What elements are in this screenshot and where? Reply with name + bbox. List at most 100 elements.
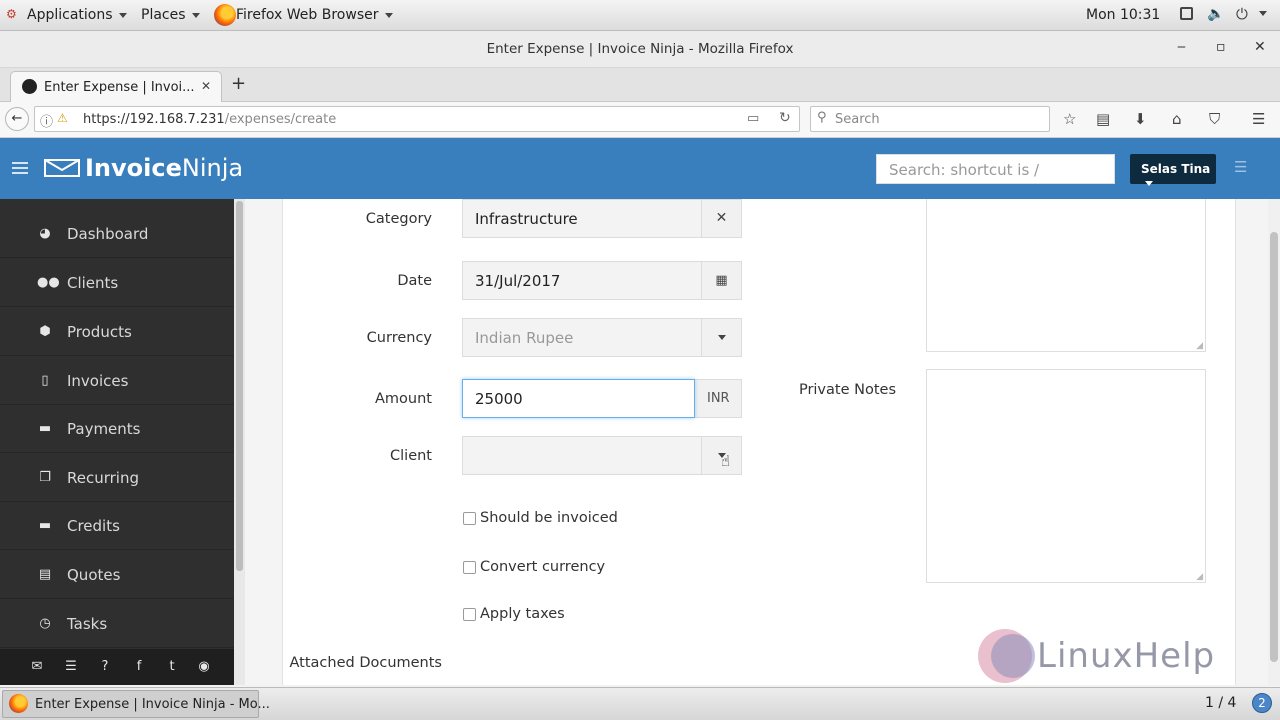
checkbox-box[interactable]	[463, 561, 476, 574]
linuxhelp-watermark: LinuxHelp	[975, 626, 1230, 686]
facebook-icon[interactable]: f	[131, 659, 147, 675]
private-notes-textarea[interactable]: ◢	[926, 369, 1206, 583]
gnome-taskbar: Enter Expense | Invoice Ninja - Mo... 1 …	[0, 687, 1280, 720]
sidebar-item-label: Invoices	[67, 372, 129, 390]
currency-select[interactable]: Indian Rupee	[462, 318, 742, 357]
sidebar-item-recurring[interactable]: ❐ Recurring	[0, 454, 234, 502]
github-icon[interactable]: ◉	[196, 659, 212, 675]
checkbox-label: Apply taxes	[480, 606, 565, 622]
public-notes-textarea[interactable]: ◢	[926, 199, 1206, 352]
credit-card-icon: ▬	[38, 421, 52, 436]
twitter-icon[interactable]: t	[164, 659, 180, 675]
window-titlebar: Enter Expense | Invoice Ninja - Mozilla …	[0, 31, 1280, 68]
clock-icon: ◷	[39, 616, 51, 631]
resize-handle-icon[interactable]: ◢	[1196, 572, 1203, 582]
calendar-icon[interactable]: ▦	[701, 262, 741, 299]
sidebar-item-label: Dashboard	[67, 225, 149, 243]
applications-menu[interactable]: Applications	[27, 7, 127, 23]
tab-close-icon[interactable]: ✕	[201, 79, 211, 93]
envelope-icon[interactable]: ✉	[29, 659, 45, 675]
amount-input[interactable]: 25000	[462, 379, 695, 418]
chevron-down-icon[interactable]	[1259, 11, 1267, 16]
clear-icon[interactable]: ✕	[701, 200, 741, 237]
back-button[interactable]: ←	[5, 107, 29, 131]
user-menu-button[interactable]: Selas Tina	[1130, 154, 1216, 186]
browser-search-field[interactable]: ⚲ Search	[810, 106, 1050, 132]
credit-card-icon: ▬	[38, 518, 52, 533]
sidebar-item-label: Recurring	[67, 469, 139, 487]
browser-app-menu[interactable]: Firefox Web Browser	[236, 7, 393, 23]
app-header: InvoiceNinja Search: shortcut is / Selas…	[0, 138, 1280, 199]
chevron-down-icon[interactable]	[701, 319, 741, 356]
sidebar-item-invoices[interactable]: ▯ Invoices	[0, 357, 234, 405]
amount-group: 25000 INR	[462, 379, 742, 418]
date-value: 31/Jul/2017	[475, 272, 561, 290]
download-icon[interactable]: ⬇	[1134, 110, 1147, 128]
pocket-icon[interactable]: ⛉	[1209, 110, 1220, 128]
sidebar-item-payments[interactable]: ▬ Payments	[0, 405, 234, 453]
bookmark-star-icon[interactable]: ☆	[1063, 110, 1076, 128]
sidebar-scrollbar-thumb[interactable]	[236, 201, 243, 571]
sidebar-item-tasks[interactable]: ◷ Tasks	[0, 600, 234, 648]
close-button[interactable]: ✕	[1254, 39, 1266, 55]
volume-icon[interactable]: 🔈	[1207, 6, 1224, 22]
firefox-icon	[9, 694, 28, 713]
menu-icon[interactable]: ☰	[1252, 110, 1265, 128]
sidebar-item-clients[interactable]: ●● Clients	[0, 259, 234, 307]
category-select[interactable]: Infrastructure ✕	[462, 199, 742, 238]
sidebar-footer: ✉ ☰ ? f t ◉	[0, 649, 234, 685]
sidebar-item-dashboard[interactable]: ◕ Dashboard	[0, 210, 234, 258]
minimize-button[interactable]: ‒	[1177, 39, 1186, 55]
browser-tab[interactable]: Enter Expense | Invoi... ✕	[10, 71, 222, 102]
date-input[interactable]: 31/Jul/2017 ▦	[462, 261, 742, 300]
window-title: Enter Expense | Invoice Ninja - Mozilla …	[486, 41, 794, 57]
workspace-indicator[interactable]: 1 / 4	[1205, 695, 1236, 711]
firefox-icon	[214, 4, 236, 26]
resize-handle-icon[interactable]: ◢	[1196, 341, 1203, 351]
info-icon[interactable]: ⓘ	[40, 111, 53, 130]
sidebar-item-credits[interactable]: ▬ Credits	[0, 502, 234, 550]
brand-name[interactable]: InvoiceNinja	[85, 154, 243, 182]
browser-tab-bar: Enter Expense | Invoi... ✕ +	[0, 68, 1280, 102]
library-icon[interactable]: ▤	[1096, 110, 1110, 128]
clock[interactable]: Mon 10:31	[1086, 7, 1160, 23]
places-menu[interactable]: Places	[141, 7, 200, 23]
client-select[interactable]	[462, 436, 742, 475]
applications-icon: ⚙	[6, 7, 17, 21]
power-icon[interactable]: ⏻	[1236, 5, 1248, 23]
amount-value: 25000	[475, 390, 523, 408]
search-placeholder: Search	[835, 112, 880, 127]
sidebar-item-label: Clients	[67, 274, 119, 292]
date-label: Date	[397, 273, 432, 289]
ninja-favicon-icon	[22, 79, 37, 94]
right-sidebar-toggle-icon[interactable]: ☰	[1234, 158, 1247, 176]
notification-badge[interactable]: 2	[1252, 693, 1272, 713]
maximize-button[interactable]: ▫	[1216, 39, 1226, 55]
gnome-top-bar: ⚙ Applications Places Firefox Web Browse…	[0, 0, 1280, 31]
home-icon[interactable]: ⌂	[1172, 110, 1182, 128]
files-icon: ❐	[39, 470, 51, 485]
url-bar[interactable]: ⓘ ⚠ https://192.168.7.231/expenses/creat…	[34, 106, 800, 132]
category-value: Infrastructure	[475, 210, 578, 228]
reader-view-icon[interactable]: ▭	[747, 111, 759, 126]
screen-icon[interactable]	[1180, 7, 1193, 20]
sidebar-toggle-icon[interactable]	[12, 162, 28, 174]
checkbox-box[interactable]	[463, 608, 476, 621]
page-scrollbar-thumb[interactable]	[1270, 232, 1278, 662]
new-tab-button[interactable]: +	[231, 73, 246, 94]
browser-navbar: ← ⓘ ⚠ https://192.168.7.231/expenses/cre…	[0, 102, 1280, 138]
file-text-icon: ▤	[38, 567, 52, 582]
question-icon[interactable]: ?	[97, 659, 113, 675]
sidebar-item-label: Quotes	[67, 566, 121, 584]
list-icon[interactable]: ☰	[63, 659, 79, 675]
url-text: https://192.168.7.231/expenses/create	[83, 112, 337, 127]
reload-icon[interactable]: ↻	[779, 110, 791, 126]
sidebar-item-quotes[interactable]: ▤ Quotes	[0, 551, 234, 599]
tab-title: Enter Expense | Invoi...	[44, 80, 195, 95]
sidebar-item-products[interactable]: ⬢ Products	[0, 308, 234, 356]
checkbox-box[interactable]	[463, 512, 476, 525]
header-search-input[interactable]: Search: shortcut is /	[876, 154, 1115, 184]
taskbar-window-button[interactable]: Enter Expense | Invoice Ninja - Mo...	[2, 690, 270, 718]
mouse-cursor-icon: ☝	[721, 452, 731, 470]
dashboard-icon: ◕	[39, 226, 51, 241]
